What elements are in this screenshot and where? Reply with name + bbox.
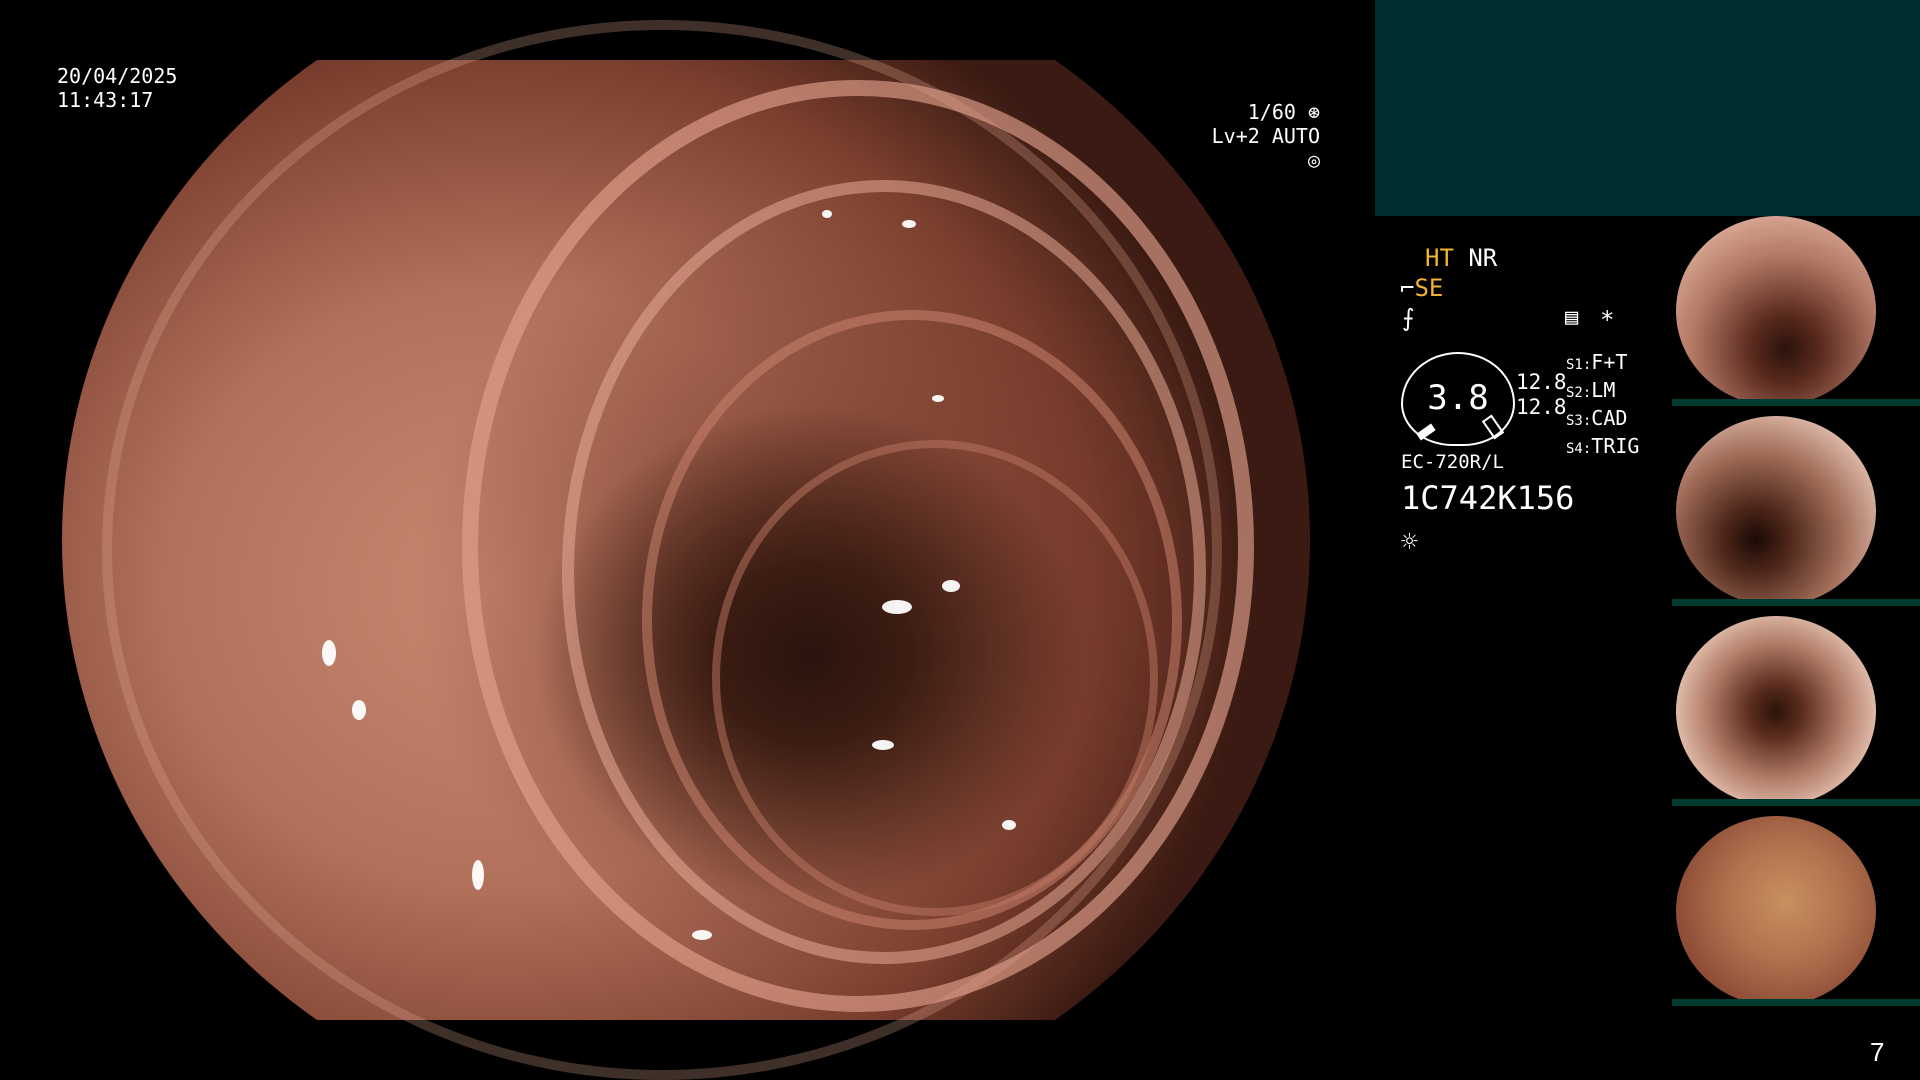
specular-highlight <box>692 930 712 940</box>
shutter-text: 1/60 <box>1247 100 1296 124</box>
thumbnail-bar <box>1672 399 1920 406</box>
captured-thumbnail[interactable] <box>1672 616 1920 806</box>
time-text: 11:43:17 <box>57 88 154 112</box>
se-status: ⌐SE <box>1400 276 1443 300</box>
auto-iris-icon: ◎ <box>1307 148 1320 172</box>
specular-highlight <box>882 600 912 614</box>
specular-highlight <box>322 640 336 666</box>
thumbnail-bar <box>1672 999 1920 1006</box>
light-icon: ☼ <box>1401 525 1418 558</box>
specular-highlight <box>822 210 832 218</box>
captured-thumbnail[interactable] <box>1672 216 1920 406</box>
thumbnail-image <box>1676 216 1876 406</box>
page-number: 7 <box>1870 1037 1885 1067</box>
captured-thumbnail[interactable] <box>1672 416 1920 606</box>
gauge-reading-1: 12.8 <box>1516 370 1567 394</box>
gauge-marker-right <box>1481 414 1505 440</box>
gauge-marker-left <box>1416 423 1436 441</box>
nr-label: NR <box>1468 244 1498 272</box>
thumbnail-image <box>1676 416 1876 606</box>
patient-info-panel <box>1375 0 1920 216</box>
ht-label: HT <box>1425 244 1454 272</box>
captured-images-strip <box>1672 216 1920 1016</box>
enhancement-status: HT NR <box>1425 246 1497 270</box>
specular-highlight <box>932 395 944 402</box>
level-text: Lv+2 AUTO <box>1211 124 1320 148</box>
scope-bend-icon: ⌐ <box>1400 274 1415 302</box>
thumbnail-image <box>1676 616 1876 806</box>
exposure-display: 1/60 ⊛ Lv+2 AUTO ◎ <box>1195 100 1320 172</box>
specular-highlight <box>942 580 960 592</box>
thumbnail-bar <box>1672 599 1920 606</box>
date-time-display: 20/04/2025 11:43:17 <box>57 64 177 112</box>
specular-highlight <box>872 740 894 750</box>
date-text: 20/04/2025 <box>57 64 178 88</box>
gauge-value: 3.8 <box>1427 378 1489 418</box>
switch-row: S2:LM <box>1566 378 1616 402</box>
image-enhance-icon: ⨍ <box>1402 304 1415 332</box>
switch-assignments: S1:F+T S2:LM S3:CAD S4:TRIG <box>1566 350 1639 462</box>
scope-serial: 1C742K156 <box>1401 479 1575 517</box>
gauge-reading-2: 12.8 <box>1516 395 1567 419</box>
specular-highlight <box>352 700 366 720</box>
scope-model: EC-720R/L <box>1401 451 1504 473</box>
se-label: SE <box>1414 274 1444 302</box>
thumbnail-bar <box>1672 799 1920 806</box>
thumbnail-image <box>1676 816 1876 1006</box>
distance-gauge: 3.8 <box>1401 352 1515 446</box>
captured-thumbnail[interactable] <box>1672 816 1920 1006</box>
gauge-readings: 12.8 12.8 <box>1516 370 1567 420</box>
specular-highlight <box>1002 820 1016 830</box>
memory-icon: ▤ <box>1565 305 1579 330</box>
mucosal-fold <box>712 440 1158 916</box>
shutter-icon: ⊛ <box>1307 100 1320 124</box>
switch-row: S3:CAD <box>1566 406 1628 430</box>
switch-row: S1:F+T <box>1566 350 1628 374</box>
endoscope-main-view <box>62 20 1310 1080</box>
specular-highlight <box>902 220 916 228</box>
specular-highlight <box>472 860 484 890</box>
asterisk-indicator: * <box>1600 306 1615 334</box>
switch-row: S4:TRIG <box>1566 434 1640 458</box>
